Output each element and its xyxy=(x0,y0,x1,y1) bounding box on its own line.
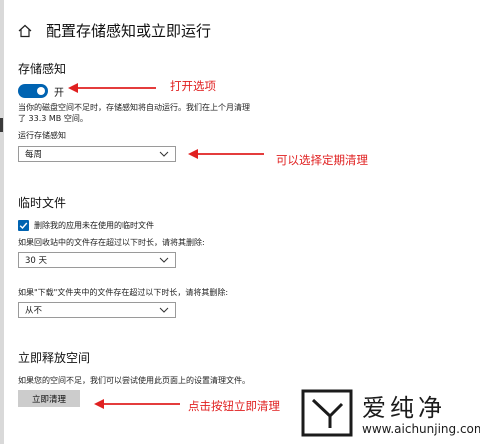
chevron-down-icon xyxy=(159,151,169,157)
checkmark-icon xyxy=(19,222,28,230)
storage-sense-desc-1: 当你的磁盘空间不足时，存储感知将自动运行。我们在上个月清理 xyxy=(18,103,250,112)
watermark-url: www.aichunjing.com xyxy=(362,422,480,436)
storage-sense-desc-2: 了 33.3 MB 空间。 xyxy=(18,114,88,123)
watermark: 爱纯净 www.aichunjing.com xyxy=(290,382,480,444)
temp-files-title: 临时文件 xyxy=(18,196,67,210)
downloads-dropdown[interactable]: 从不 xyxy=(18,302,176,318)
watermark-logo xyxy=(301,389,353,437)
left-edge-mark xyxy=(0,118,3,132)
watermark-name: 爱纯净 xyxy=(362,394,446,422)
delete-temp-files-label: 删除我的应用未在使用的临时文件 xyxy=(34,221,154,230)
run-frequency-dropdown[interactable]: 每周 xyxy=(18,146,176,162)
clean-now-button[interactable]: 立即清理 xyxy=(18,390,80,407)
annotation-open-option: 打开选项 xyxy=(170,79,216,93)
toggle-knob xyxy=(37,87,45,95)
home-icon[interactable] xyxy=(18,24,32,38)
annotation-click-button: 点击按钮立即清理 xyxy=(188,399,280,413)
recycle-bin-label: 如果回收站中的文件存在超过以下时长，请将其删除: xyxy=(18,238,205,247)
left-edge-strip xyxy=(0,0,4,444)
run-frequency-value: 每周 xyxy=(25,150,43,160)
storage-sense-toggle[interactable] xyxy=(18,84,48,98)
annotation-schedule: 可以选择定期清理 xyxy=(276,153,368,167)
annotation-arrow-toggle xyxy=(68,83,156,93)
free-space-title: 立即释放空间 xyxy=(18,351,91,365)
downloads-value: 从不 xyxy=(25,306,43,316)
page-header: 配置存储感知或立即运行 xyxy=(18,20,211,41)
free-space-desc: 如果您的空间不足，我们可以尝试使用此页面上的设置清理文件。 xyxy=(18,376,250,385)
chevron-down-icon xyxy=(159,257,169,263)
toggle-label: 开 xyxy=(54,88,64,99)
chevron-down-icon xyxy=(159,307,169,313)
annotation-arrow-dropdown xyxy=(188,149,264,159)
recycle-bin-value: 30 天 xyxy=(25,256,48,266)
page-title: 配置存储感知或立即运行 xyxy=(46,22,212,40)
recycle-bin-dropdown[interactable]: 30 天 xyxy=(18,252,176,268)
downloads-label: 如果"下载"文件夹中的文件存在超过以下时长，请将其删除: xyxy=(18,288,229,297)
annotation-arrow-button xyxy=(94,399,180,409)
run-storage-sense-label: 运行存储感知 xyxy=(18,131,66,140)
storage-sense-title: 存储感知 xyxy=(18,62,67,76)
delete-temp-files-checkbox[interactable] xyxy=(18,220,29,231)
